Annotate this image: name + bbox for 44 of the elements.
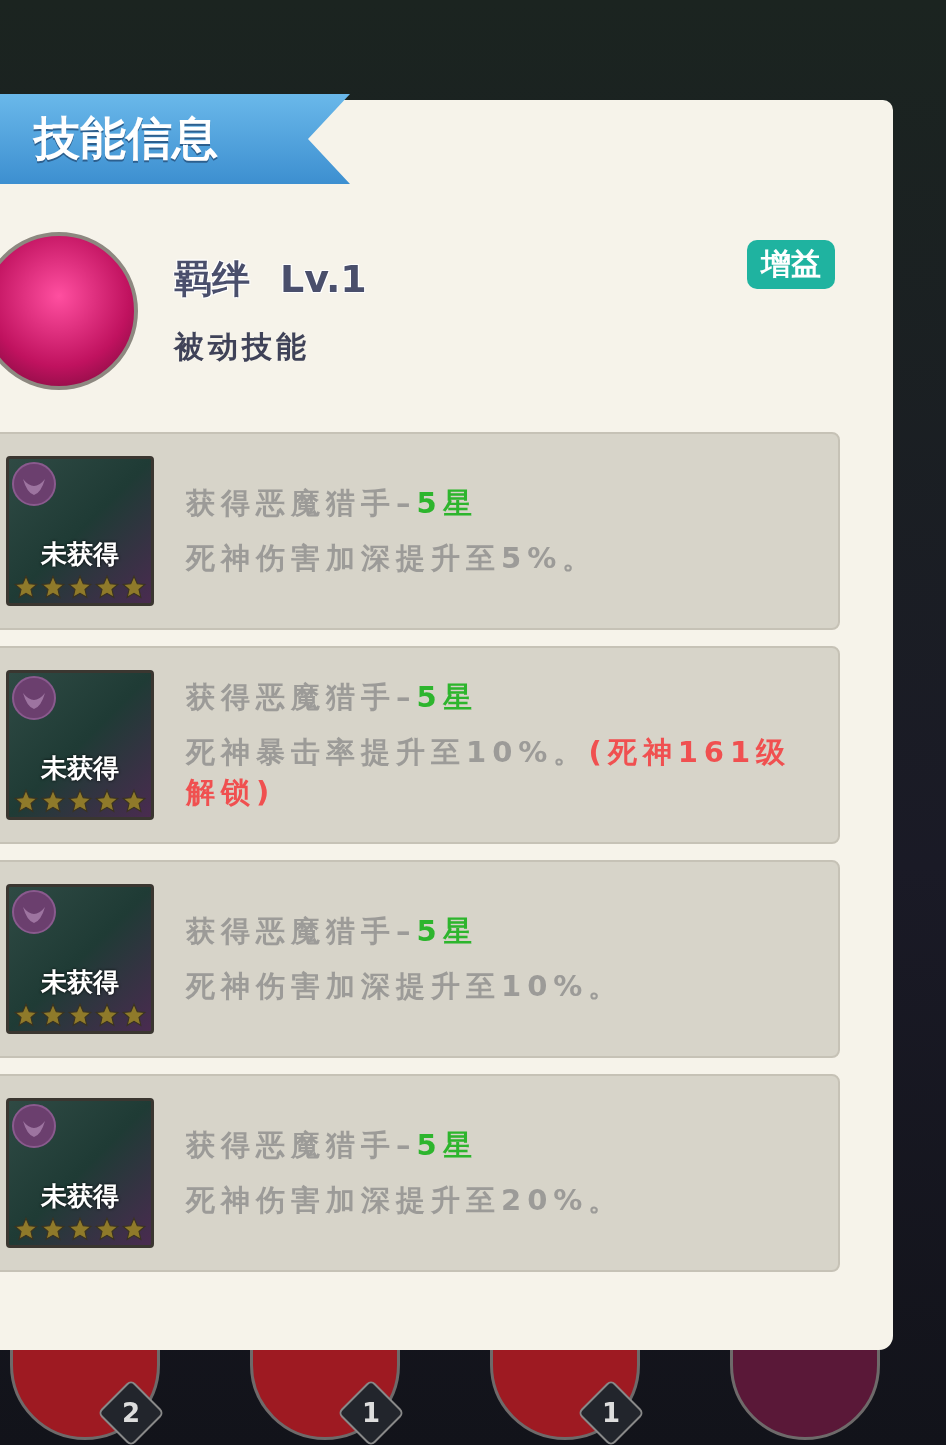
star-icon [94,574,120,600]
star-icon [13,788,39,814]
panel-title: 技能信息 [0,94,350,184]
star-icon [121,574,147,600]
emblem-icon [11,1103,57,1149]
bond-effect: 死神伤害加深提升至20%。 [186,1182,625,1219]
star-icon [13,1002,39,1028]
bond-effect: 死神伤害加深提升至10%。 [186,968,625,1005]
skill-name: 羁绊 [174,256,250,303]
status-label: 未获得 [41,538,119,571]
star-icon [40,1002,66,1028]
status-label: 未获得 [41,752,119,785]
star-icon [94,1002,120,1028]
star-icon [121,788,147,814]
star-icon [121,1002,147,1028]
star-icon [67,1216,93,1242]
star-icon [40,788,66,814]
skill-level: Lv.1 [280,257,367,301]
status-label: 未获得 [41,966,119,999]
bond-condition: 获得恶魔猎手–5星 [186,679,479,717]
star-icon [67,788,93,814]
star-icon [40,1216,66,1242]
star-icon [67,1002,93,1028]
skill-tag: 增益 [747,240,835,289]
star-icon [13,574,39,600]
bond-condition: 获得恶魔猎手–5星 [186,485,479,523]
count-badge: 1 [577,1379,645,1445]
star-icon [94,788,120,814]
count-badge: 2 [97,1379,165,1445]
star-icon [94,1216,120,1242]
bond-condition: 获得恶魔猎手–5星 [186,1127,479,1165]
skill-type: 被动技能 [174,328,311,366]
bond-effect: 死神伤害加深提升至5%。 [186,540,599,577]
star-icon [121,1216,147,1242]
bond-effect: 死神暴击率提升至10%。(死神161级解锁) [186,733,793,812]
star-icon [13,1216,39,1242]
star-icon [40,574,66,600]
emblem-icon [11,675,57,721]
emblem-icon [11,461,57,507]
emblem-icon [11,889,57,935]
count-badge: 1 [337,1379,405,1445]
status-label: 未获得 [41,1180,119,1213]
bond-condition: 获得恶魔猎手–5星 [186,913,479,951]
star-icon [67,574,93,600]
